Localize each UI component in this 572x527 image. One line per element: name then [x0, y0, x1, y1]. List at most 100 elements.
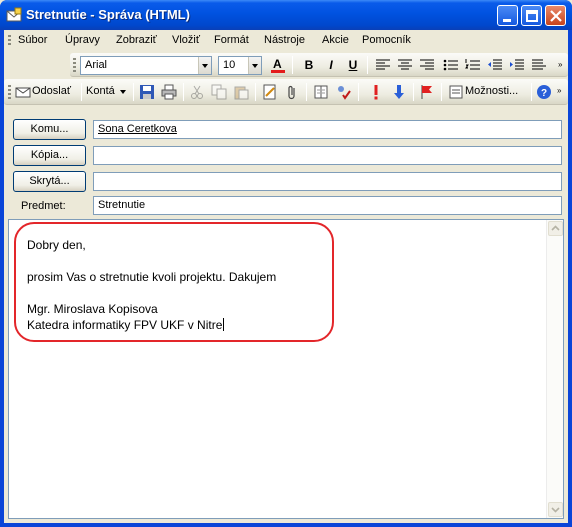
message-body[interactable]: Dobry den, prosim Vas o stretnutie kvoli… [8, 219, 564, 519]
chevron-down-icon[interactable] [198, 57, 211, 74]
message-window: Stretnutie - Správa (HTML) Súbor Úpravy … [0, 0, 572, 527]
align-right-button[interactable] [417, 55, 437, 75]
message-line: Mgr. Miroslava Kopisova [27, 302, 158, 316]
separator [81, 83, 82, 101]
cc-button[interactable]: Kópia... [13, 145, 86, 166]
save-icon [140, 85, 154, 99]
underline-button[interactable]: U [343, 55, 363, 75]
bullets-button[interactable] [441, 55, 461, 75]
align-center-button[interactable] [395, 55, 415, 75]
address-book-button[interactable] [311, 82, 331, 102]
send-icon [15, 87, 31, 98]
toolbar-overflow-icon[interactable]: » [557, 86, 561, 95]
flag-icon [421, 85, 432, 99]
scroll-up-button[interactable] [548, 221, 563, 236]
standard-grip[interactable] [8, 85, 11, 99]
maximize-button[interactable] [521, 5, 542, 26]
align-left-button[interactable] [373, 55, 393, 75]
insert-file-button[interactable] [260, 82, 280, 102]
subject-field[interactable]: Stretnutie [93, 196, 562, 215]
subject-label: Predmet: [21, 200, 66, 212]
address-book-icon [314, 85, 328, 99]
formatting-grip[interactable] [73, 58, 76, 72]
menu-grip[interactable] [8, 35, 11, 47]
menu-zobrazit[interactable]: Zobraziť [116, 34, 157, 46]
menu-vlozit[interactable]: Vložiť [172, 34, 200, 46]
separator [183, 83, 184, 101]
envelope-icon [6, 7, 22, 22]
high-importance-button[interactable] [366, 82, 386, 102]
low-importance-button[interactable] [389, 82, 409, 102]
exclamation-icon [374, 85, 378, 100]
text-cursor [223, 318, 225, 331]
bcc-field[interactable] [93, 172, 562, 191]
help-button[interactable]: ? [534, 82, 554, 102]
maximize-icon [526, 10, 538, 22]
follow-up-button[interactable] [417, 82, 437, 102]
font-name-value: Arial [85, 59, 108, 71]
separator [292, 56, 293, 74]
horizontal-line-button[interactable] [529, 55, 549, 75]
paste-button[interactable] [231, 82, 251, 102]
chevron-up-icon [551, 225, 560, 231]
options-button[interactable]: Možnosti... [447, 82, 527, 102]
window-title: Stretnutie - Správa (HTML) [26, 7, 190, 22]
numbering-button[interactable] [463, 55, 483, 75]
font-color-button[interactable]: A [268, 55, 288, 75]
cc-field[interactable] [93, 146, 562, 165]
cut-button[interactable] [187, 82, 207, 102]
align-left-icon [376, 59, 390, 70]
formatting-toolbar: Arial 10 A B I U » [70, 53, 568, 77]
send-button[interactable]: Odoslať [15, 82, 71, 102]
menu-pomocnik[interactable]: Pomocník [362, 34, 411, 46]
message-line: prosim Vas o stretnutie kvoli projektu. … [27, 270, 277, 284]
separator [367, 56, 368, 74]
menu-format[interactable]: Formát [214, 34, 249, 46]
menu-subor[interactable]: Súbor [18, 34, 47, 46]
insert-file-icon [263, 84, 276, 100]
numbered-list-icon [465, 59, 480, 70]
print-button[interactable] [159, 82, 179, 102]
attach-button[interactable] [282, 82, 302, 102]
font-size-combo[interactable]: 10 [218, 56, 262, 75]
separator [413, 83, 414, 101]
bold-button[interactable]: B [299, 55, 319, 75]
scroll-down-button[interactable] [548, 502, 563, 517]
toolbar-overflow-icon[interactable]: » [558, 60, 562, 69]
separator [531, 83, 532, 101]
options-label: Možnosti... [465, 85, 519, 97]
increase-indent-button[interactable] [507, 55, 527, 75]
vertical-scrollbar[interactable] [546, 220, 563, 518]
chevron-down-icon [120, 90, 126, 94]
italic-button[interactable]: I [321, 55, 341, 75]
to-button[interactable]: Komu... [13, 119, 86, 140]
help-icon: ? [537, 85, 551, 99]
chevron-down-icon[interactable] [248, 57, 261, 74]
decrease-indent-button[interactable] [485, 55, 505, 75]
message-line-text: Katedra informatiky FPV UKF v Nitre [27, 318, 223, 332]
accounts-button[interactable]: Kontá [86, 82, 130, 102]
minimize-button[interactable] [497, 5, 518, 26]
menu-upravy[interactable]: Úpravy [65, 34, 100, 46]
arrow-down-icon [394, 85, 404, 99]
minimize-icon [503, 19, 511, 22]
menu-akcie[interactable]: Akcie [322, 34, 349, 46]
copy-button[interactable] [209, 82, 229, 102]
title-bar[interactable]: Stretnutie - Správa (HTML) [0, 0, 572, 30]
svg-text:?: ? [541, 88, 547, 99]
message-line: Dobry den, [27, 238, 86, 252]
increase-indent-icon [510, 59, 524, 70]
close-button[interactable] [545, 5, 566, 26]
bullet-list-icon [443, 59, 458, 71]
separator [306, 83, 307, 101]
font-name-combo[interactable]: Arial [80, 56, 212, 75]
menu-nastroje[interactable]: Nástroje [264, 34, 305, 46]
to-field[interactable]: Sona Ceretkova [93, 120, 562, 139]
accounts-label: Kontá [86, 85, 115, 97]
save-button[interactable] [137, 82, 157, 102]
check-names-button[interactable] [333, 82, 353, 102]
bcc-button[interactable]: Skrytá... [13, 171, 86, 192]
decrease-indent-icon [488, 59, 502, 70]
horizontal-line-icon [532, 59, 546, 70]
print-icon [161, 84, 177, 100]
